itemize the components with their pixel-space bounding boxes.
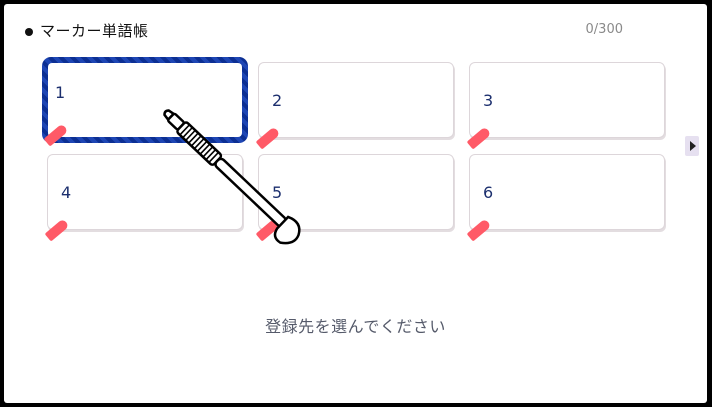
marker-pen-icon xyxy=(255,126,281,150)
slot-number: 4 xyxy=(61,183,72,202)
bullet-dot-icon xyxy=(25,28,33,36)
page-title: マーカー単語帳 xyxy=(40,22,149,40)
arrow-right-icon[interactable] xyxy=(685,136,699,156)
slot-number: 6 xyxy=(483,183,494,202)
marker-pen-icon xyxy=(466,126,492,150)
slot-number: 5 xyxy=(272,183,283,202)
word-counter: 0/300 xyxy=(585,22,623,37)
slot-number: 3 xyxy=(483,91,494,110)
marker-vocab-screen: マーカー単語帳 0/300 1 2 3 4 5 6 登録先を選んでください xyxy=(4,4,707,403)
slot-5[interactable]: 5 xyxy=(255,154,454,242)
instruction-text: 登録先を選んでください xyxy=(265,317,446,336)
marker-pen-icon xyxy=(466,218,492,242)
slot-2[interactable]: 2 xyxy=(255,62,454,150)
marker-pen-icon xyxy=(44,218,70,242)
slot-6[interactable]: 6 xyxy=(466,154,665,242)
slot-number: 1 xyxy=(55,83,66,102)
slot-4[interactable]: 4 xyxy=(44,154,243,242)
slot-1[interactable]: 1 xyxy=(42,57,248,147)
slot-3[interactable]: 3 xyxy=(466,62,665,150)
slot-number: 2 xyxy=(272,91,283,110)
marker-pen-icon xyxy=(255,218,281,242)
slot-1-inner xyxy=(48,63,242,137)
